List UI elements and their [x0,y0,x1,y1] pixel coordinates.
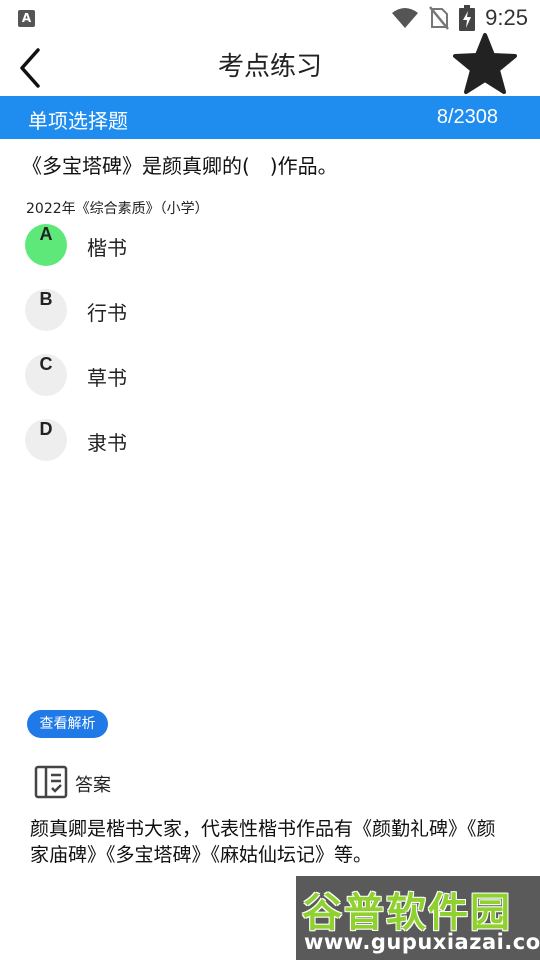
option-letter: D [25,419,67,461]
question-source: 2022年《综合素质》（小学） [26,201,209,217]
option-d[interactable]: D 隶书 [25,419,325,461]
watermark: 谷普软件园 www.gupuxiazai.com [296,876,540,960]
app-notification-icon: A [18,10,35,27]
question-type-band: 单项选择题 8/2308 [0,96,540,139]
question-progress: 8/2308 [436,106,498,128]
option-text: 行书 [87,301,127,325]
option-b[interactable]: B 行书 [25,289,325,331]
no-sim-icon [429,6,450,30]
option-c[interactable]: C 草书 [25,354,325,396]
app-header: 考点练习 [0,33,540,96]
star-icon[interactable] [452,32,518,98]
status-icons: 9:25 [391,4,528,32]
option-letter: A [25,224,67,266]
answer-book-icon [34,765,68,799]
wifi-icon [392,8,419,28]
watermark-url: www.gupuxiazai.com [304,930,540,954]
answer-label: 答案 [75,775,111,796]
view-analysis-button[interactable]: 查看解析 [27,710,108,738]
option-letter: B [25,289,67,331]
option-text: 隶书 [87,431,127,455]
answer-text: 颜真卿是楷书大家，代表性楷书作品有《颜勤礼碑》《颜家庙碑》《多宝塔碑》《麻姑仙坛… [30,818,496,866]
option-letter: C [25,354,67,396]
battery-charging-icon [459,5,476,31]
status-bar: A 9:25 [0,0,540,36]
option-a[interactable]: A 楷书 [25,224,325,266]
question-type-label: 单项选择题 [28,109,128,133]
status-time: 9:25 [485,5,528,30]
option-text: 草书 [87,366,127,390]
question-text: 《多宝塔碑》是颜真卿的( )作品。 [22,154,338,178]
option-text: 楷书 [87,236,127,260]
